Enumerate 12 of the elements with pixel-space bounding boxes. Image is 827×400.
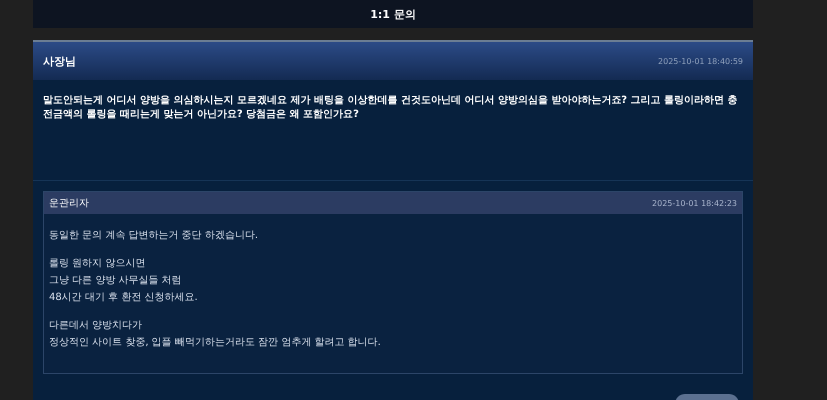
- author-name: 운관리자: [49, 197, 89, 210]
- answer-line: 동일한 문의 계속 답변하는거 중단 하겠습니다.: [49, 229, 260, 242]
- answer-line: 롤링 원하지 않으시면: [49, 257, 146, 270]
- answer-line: 그냥 다른 양방 사무실들 처럼: [49, 274, 183, 287]
- answer-line: 다른데서 양방치다가: [49, 319, 144, 332]
- answer-line: 48시간 대기 후 환전 신청하세요.: [49, 291, 199, 304]
- answer-line: 정상적인 사이트 찾중, 입플 빼먹기하는거라도 잠깐 엄추게 할려고 합니다.: [49, 336, 382, 349]
- page-title: 1:1 문의: [370, 6, 416, 22]
- question-text: 말도안되는게 어디서 양방을 의심하시는지 모르겠네요 제가 배팅을 이상한데를 건것도아닌데 어디서 양방의심을 받아야하는거죠? 그리고 롤링이라하면 충전금액의 롤링을 때리는게 맞는거 아닌가요? 당첨금은 왜 포함인가요?: [33, 80, 753, 181]
- post-date: 2025-10-01 18:42:23: [652, 198, 737, 208]
- post-date: 2025-10-01 18:40:59: [658, 56, 743, 66]
- author-name: 사장님: [43, 54, 76, 68]
